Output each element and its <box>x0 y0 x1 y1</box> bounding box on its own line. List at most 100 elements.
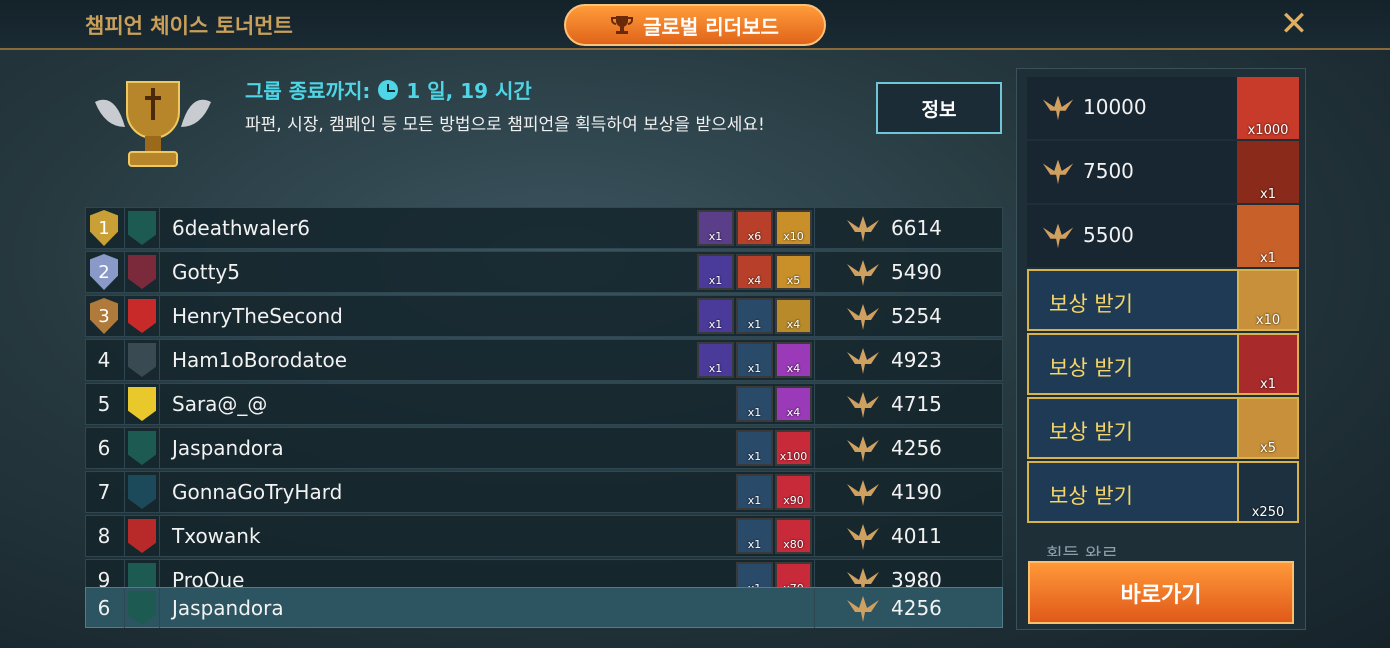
rank-number: 6 <box>97 436 111 460</box>
player-score: 5254 <box>891 304 942 328</box>
claim-reward-tier[interactable]: 보상 받기 x5 <box>1027 397 1299 459</box>
goto-button[interactable]: 바로가기 <box>1028 561 1294 624</box>
reward-item[interactable]: x1 <box>736 518 773 554</box>
reward-item[interactable]: x1 <box>736 298 773 334</box>
reward-list: x1 x1 x4 <box>697 298 812 334</box>
claim-reward-label: 보상 받기 <box>1049 292 1133 316</box>
player-score: 4715 <box>891 392 942 416</box>
reward-item[interactable]: x10 <box>775 210 812 246</box>
tier-reward-item[interactable]: x250 <box>1237 461 1299 523</box>
reward-item[interactable]: x1 <box>697 254 734 290</box>
player-name: Sara@_@ <box>172 392 268 416</box>
leaderboard-row[interactable]: 1 6deathwaler6 x1 x6 x10 6614 <box>85 207 1003 249</box>
rank-medal-icon: 3 <box>90 298 118 334</box>
reward-item[interactable]: x90 <box>775 474 812 510</box>
tier-reward-item[interactable]: x1000 <box>1237 77 1299 139</box>
score-cell: 4715 <box>814 384 1003 424</box>
tier-points: 10000 <box>1083 95 1147 119</box>
leaderboard-row[interactable]: 8 Txowank x1 x80 4011 <box>85 515 1003 557</box>
close-icon[interactable]: ✕ <box>1278 6 1310 42</box>
avatar <box>128 519 156 553</box>
score-cell: 5254 <box>814 296 1003 336</box>
claim-reward-tier[interactable]: 보상 받기 x10 <box>1027 269 1299 331</box>
timer-value: 1 일, 19 시간 <box>406 79 532 103</box>
reward-qty: x1 <box>747 494 762 507</box>
reward-item[interactable]: x4 <box>736 254 773 290</box>
reward-item[interactable]: x1 <box>736 474 773 510</box>
leaderboard-list[interactable]: 1 6deathwaler6 x1 x6 x10 6614 2 Gotty5 x1 x… <box>85 207 1003 587</box>
reward-item[interactable]: x4 <box>775 386 812 422</box>
avatar <box>128 387 156 421</box>
reward-item[interactable]: x1 <box>697 298 734 334</box>
wings-icon <box>847 304 879 330</box>
rewards-partial-label: 획득 완료 <box>1046 545 1118 556</box>
rank-cell: 3 <box>86 296 122 336</box>
leaderboard-row[interactable]: 2 Gotty5 x1 x4 x5 5490 <box>85 251 1003 293</box>
leaderboard-row[interactable]: 5 Sara@_@ x1 x4 4715 <box>85 383 1003 425</box>
player-name: ProQue <box>172 568 245 587</box>
rank-cell: 7 <box>86 472 122 512</box>
avatar <box>128 591 156 625</box>
rank-number: 9 <box>97 568 111 587</box>
leaderboard-row[interactable]: 7 GonnaGoTryHard x1 x90 4190 <box>85 471 1003 513</box>
tier-reward-qty: x250 <box>1251 505 1285 520</box>
reward-list: x1 x4 x5 <box>697 254 812 290</box>
reward-item[interactable]: x1 <box>736 386 773 422</box>
reward-item[interactable]: x1 <box>736 430 773 466</box>
leaderboard-row[interactable]: 9 ProQue x1 x70 3980 <box>85 559 1003 587</box>
info-button[interactable]: 정보 <box>876 82 1002 134</box>
timer-label: 그룹 종료까지: <box>245 79 371 103</box>
leaderboard-row[interactable]: 3 HenryTheSecond x1 x1 x4 5254 <box>85 295 1003 337</box>
tier-reward-item[interactable]: x1 <box>1237 141 1299 203</box>
claim-reward-tier[interactable]: 보상 받기 x250 <box>1027 461 1299 523</box>
tier-reward-item[interactable]: x1 <box>1237 333 1299 395</box>
tier-reward-item[interactable]: x1 <box>1237 205 1299 267</box>
reward-item[interactable]: x1 <box>697 342 734 378</box>
wings-icon <box>847 524 879 550</box>
score-cell: 3980 <box>814 560 1003 587</box>
reward-qty: x1 <box>747 318 762 331</box>
player-name: GonnaGoTryHard <box>172 480 343 504</box>
reward-list: x1 x90 <box>736 474 812 510</box>
rank-medal-icon: 2 <box>90 254 118 290</box>
reward-item[interactable]: x4 <box>775 342 812 378</box>
reward-item[interactable]: x70 <box>775 562 812 587</box>
rank-cell: 8 <box>86 516 122 556</box>
leaderboard-row[interactable]: 4 Ham1oBorodatoe x1 x1 x4 4923 <box>85 339 1003 381</box>
rank-number: 2 <box>98 261 110 283</box>
leaderboard-row[interactable]: 6 Jaspandora x1 x100 4256 <box>85 427 1003 469</box>
rank-number: 3 <box>98 305 110 327</box>
avatar <box>128 431 156 465</box>
reward-qty: x90 <box>783 494 804 507</box>
reward-item[interactable]: x80 <box>775 518 812 554</box>
tier-points: 5500 <box>1083 223 1134 247</box>
top-bar: 챔피언 체이스 토너먼트 글로벌 리더보드 ✕ <box>0 0 1390 50</box>
avatar <box>128 211 156 245</box>
wings-icon <box>1042 159 1074 185</box>
group-timer: 그룹 종료까지: 1 일, 19 시간 <box>245 75 532 104</box>
reward-qty: x4 <box>786 362 801 375</box>
reward-item[interactable]: x4 <box>775 298 812 334</box>
self-score: 4256 <box>891 596 942 620</box>
reward-item[interactable]: x6 <box>736 210 773 246</box>
global-leaderboard-button[interactable]: 글로벌 리더보드 <box>564 4 826 46</box>
avatar-cell <box>124 516 160 556</box>
page-title: 챔피언 체이스 토너먼트 <box>85 14 293 38</box>
rank-number: 1 <box>98 217 110 239</box>
reward-item[interactable]: x100 <box>775 430 812 466</box>
tier-reward-item[interactable]: x5 <box>1237 397 1299 459</box>
reward-list: x1 x6 x10 <box>697 210 812 246</box>
reward-qty: x5 <box>786 274 801 287</box>
reward-qty: x1 <box>748 582 762 587</box>
reward-item[interactable]: x1 <box>697 210 734 246</box>
reward-item[interactable]: x1 <box>736 562 773 587</box>
claim-reward-tier[interactable]: 보상 받기 x1 <box>1027 333 1299 395</box>
tier-reward-item[interactable]: x10 <box>1237 269 1299 331</box>
player-name: HenryTheSecond <box>172 304 343 328</box>
reward-tier: 7500 x1 <box>1027 141 1299 203</box>
reward-item[interactable]: x5 <box>775 254 812 290</box>
reward-qty: x1 <box>708 362 723 375</box>
reward-qty: x80 <box>783 538 804 551</box>
reward-item[interactable]: x1 <box>736 342 773 378</box>
reward-qty: x1 <box>747 362 762 375</box>
